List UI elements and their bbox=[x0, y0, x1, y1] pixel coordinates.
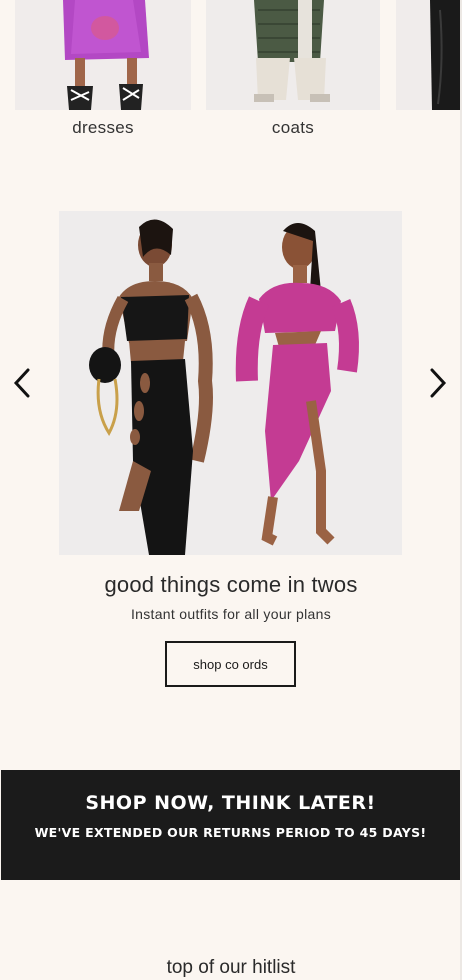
category-label-coats[interactable]: coats bbox=[206, 118, 380, 138]
category-strip: dresses coats bbox=[0, 0, 462, 150]
category-card-coats[interactable] bbox=[206, 0, 380, 110]
co-ords-hero-image[interactable] bbox=[59, 211, 402, 555]
chevron-right-icon bbox=[430, 368, 447, 398]
category-card-dresses[interactable] bbox=[15, 0, 191, 110]
carousel-prev-button[interactable] bbox=[10, 366, 36, 400]
category-card-partial[interactable] bbox=[396, 0, 462, 110]
partial-category-image bbox=[396, 0, 462, 110]
chevron-left-icon bbox=[13, 368, 30, 398]
coats-image bbox=[206, 0, 380, 110]
promo-title: good things come in twos bbox=[104, 572, 358, 597]
category-label-dresses[interactable]: dresses bbox=[15, 118, 191, 138]
banner-title: SHOP NOW, THINK LATER! bbox=[85, 792, 376, 814]
returns-banner[interactable]: SHOP NOW, THINK LATER! WE'VE EXTENDED OU… bbox=[1, 770, 460, 880]
co-ords-carousel bbox=[0, 211, 462, 555]
promo-subtitle: Instant outfits for all your plans bbox=[130, 606, 332, 622]
dresses-image bbox=[15, 0, 191, 110]
section-title: top of our hitlist bbox=[166, 957, 296, 978]
banner-subtitle: WE'VE EXTENDED OUR RETURNS PERIOD TO 45 … bbox=[34, 825, 427, 840]
shop-co-ords-button[interactable]: shop co ords bbox=[165, 641, 296, 687]
carousel-next-button[interactable] bbox=[424, 366, 450, 400]
hero-photo bbox=[59, 211, 402, 555]
